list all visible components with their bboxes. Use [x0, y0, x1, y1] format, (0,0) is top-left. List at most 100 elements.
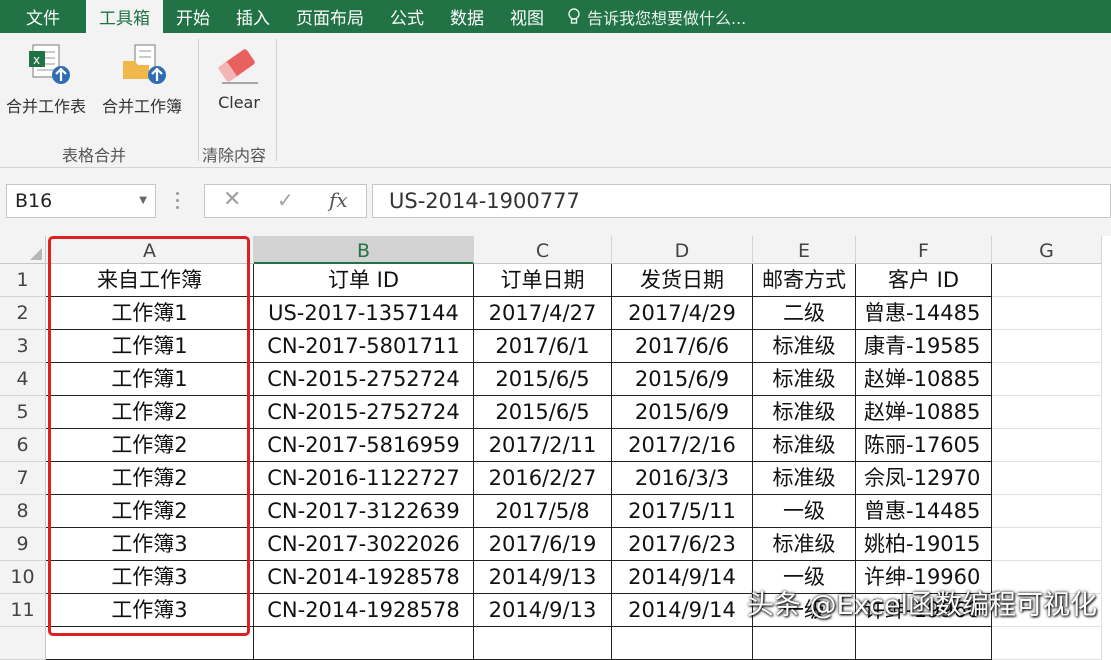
tab-file[interactable]: 文件 — [0, 0, 86, 33]
column-header-f[interactable]: F — [856, 236, 992, 264]
merge-workbooks-button[interactable]: 合并工作簿 — [102, 39, 182, 117]
column-header-e[interactable]: E — [753, 236, 856, 264]
data-cell[interactable]: 一级 — [753, 495, 856, 528]
row-header[interactable]: 11 — [0, 594, 46, 627]
data-cell[interactable]: 2017/6/23 — [612, 528, 753, 561]
row-header[interactable]: 3 — [0, 330, 46, 363]
data-cell[interactable]: CN-2016-1122727 — [254, 462, 474, 495]
row-header[interactable]: 9 — [0, 528, 46, 561]
data-cell[interactable]: US-2017-1357144 — [254, 297, 474, 330]
tab-view[interactable]: 视图 — [497, 0, 557, 33]
data-cell[interactable]: 2017/2/11 — [474, 429, 612, 462]
empty-cell[interactable] — [992, 330, 1102, 363]
row-header[interactable]: 8 — [0, 495, 46, 528]
data-cell[interactable]: 2014/9/13 — [474, 594, 612, 627]
data-cell[interactable]: 2014/9/13 — [474, 561, 612, 594]
data-cell[interactable]: CN-2014-1928578 — [254, 594, 474, 627]
data-cell[interactable]: 标准级 — [753, 363, 856, 396]
row-header[interactable] — [0, 627, 46, 660]
data-cell[interactable]: 工作簿1 — [46, 330, 254, 363]
data-cell[interactable]: 佘凤-12970 — [856, 462, 992, 495]
data-cell[interactable]: 2016/2/27 — [474, 462, 612, 495]
data-cell[interactable]: 2017/2/16 — [612, 429, 753, 462]
data-cell[interactable]: 标准级 — [753, 330, 856, 363]
data-cell[interactable]: 2017/6/6 — [612, 330, 753, 363]
data-cell[interactable]: 2016/3/3 — [612, 462, 753, 495]
data-cell[interactable] — [856, 627, 992, 660]
column-header-b[interactable]: B — [254, 236, 474, 264]
data-cell[interactable]: CN-2017-3022026 — [254, 528, 474, 561]
data-cell[interactable]: 标准级 — [753, 396, 856, 429]
data-cell[interactable]: 康青-19585 — [856, 330, 992, 363]
data-cell[interactable] — [254, 627, 474, 660]
row-header[interactable]: 2 — [0, 297, 46, 330]
cancel-icon[interactable]: ✕ — [223, 187, 241, 212]
confirm-icon[interactable]: ✓ — [277, 188, 294, 212]
data-cell[interactable]: 标准级 — [753, 528, 856, 561]
data-cell[interactable]: CN-2014-1928578 — [254, 561, 474, 594]
name-box[interactable]: B16 ▼ — [6, 184, 156, 218]
data-cell[interactable]: 工作簿1 — [46, 363, 254, 396]
data-cell[interactable]: 2014/9/14 — [612, 561, 753, 594]
tab-insert[interactable]: 插入 — [223, 0, 283, 33]
empty-cell[interactable] — [992, 528, 1102, 561]
data-cell[interactable]: 工作簿3 — [46, 528, 254, 561]
merge-sheets-button[interactable]: x 合并工作表 — [6, 39, 86, 117]
data-cell[interactable]: 2017/5/11 — [612, 495, 753, 528]
data-cell[interactable]: 2017/6/1 — [474, 330, 612, 363]
tab-page-layout[interactable]: 页面布局 — [283, 0, 377, 33]
empty-cell[interactable] — [992, 462, 1102, 495]
data-cell[interactable] — [46, 627, 254, 660]
row-header[interactable]: 4 — [0, 363, 46, 396]
empty-cell[interactable] — [992, 264, 1102, 297]
data-cell[interactable]: CN-2015-2752724 — [254, 363, 474, 396]
data-cell[interactable]: 2015/6/9 — [612, 396, 753, 429]
data-cell[interactable]: 工作簿2 — [46, 396, 254, 429]
row-header[interactable]: 10 — [0, 561, 46, 594]
data-cell[interactable]: 工作簿2 — [46, 429, 254, 462]
data-cell[interactable]: 2015/6/5 — [474, 363, 612, 396]
tab-formulas[interactable]: 公式 — [377, 0, 437, 33]
data-cell[interactable]: 工作簿1 — [46, 297, 254, 330]
data-cell[interactable]: CN-2015-2752724 — [254, 396, 474, 429]
empty-cell[interactable] — [992, 396, 1102, 429]
header-cell[interactable]: 邮寄方式 — [753, 264, 856, 297]
header-cell[interactable]: 订单 ID — [254, 264, 474, 297]
data-cell[interactable]: 二级 — [753, 297, 856, 330]
header-cell[interactable]: 发货日期 — [612, 264, 753, 297]
select-all-corner[interactable] — [0, 236, 46, 264]
data-cell[interactable]: 工作簿2 — [46, 462, 254, 495]
data-cell[interactable]: 2015/6/9 — [612, 363, 753, 396]
data-cell[interactable]: 赵婵-10885 — [856, 363, 992, 396]
resize-handle-icon[interactable] — [175, 192, 181, 212]
data-cell[interactable] — [753, 627, 856, 660]
header-cell[interactable]: 来自工作簿 — [46, 264, 254, 297]
insert-function-icon[interactable]: fx — [329, 188, 348, 212]
data-cell[interactable]: 标准级 — [753, 429, 856, 462]
data-cell[interactable]: 曾惠-14485 — [856, 297, 992, 330]
data-cell[interactable]: 2017/4/29 — [612, 297, 753, 330]
column-header-a[interactable]: A — [46, 236, 254, 264]
data-cell[interactable]: 陈丽-17605 — [856, 429, 992, 462]
data-cell[interactable]: 2015/6/5 — [474, 396, 612, 429]
data-cell[interactable]: 赵婵-10885 — [856, 396, 992, 429]
data-cell[interactable]: 2017/5/8 — [474, 495, 612, 528]
data-cell[interactable]: 工作簿3 — [46, 561, 254, 594]
data-cell[interactable]: 2014/9/14 — [612, 594, 753, 627]
data-cell[interactable]: 曾惠-14485 — [856, 495, 992, 528]
tab-data[interactable]: 数据 — [437, 0, 497, 33]
header-cell[interactable]: 订单日期 — [474, 264, 612, 297]
data-cell[interactable]: 2017/6/19 — [474, 528, 612, 561]
formula-input[interactable]: US-2014-1900777 — [372, 184, 1111, 218]
header-cell[interactable]: 客户 ID — [856, 264, 992, 297]
chevron-down-icon[interactable]: ▼ — [139, 185, 147, 217]
row-header[interactable]: 5 — [0, 396, 46, 429]
row-header[interactable]: 7 — [0, 462, 46, 495]
data-cell[interactable]: CN-2017-3122639 — [254, 495, 474, 528]
tab-home[interactable]: 开始 — [163, 0, 223, 33]
data-cell[interactable]: 姚柏-19015 — [856, 528, 992, 561]
clear-button[interactable]: Clear — [212, 39, 266, 112]
data-cell[interactable]: 2017/4/27 — [474, 297, 612, 330]
column-header-g[interactable]: G — [992, 236, 1102, 264]
data-cell[interactable]: 工作簿2 — [46, 495, 254, 528]
